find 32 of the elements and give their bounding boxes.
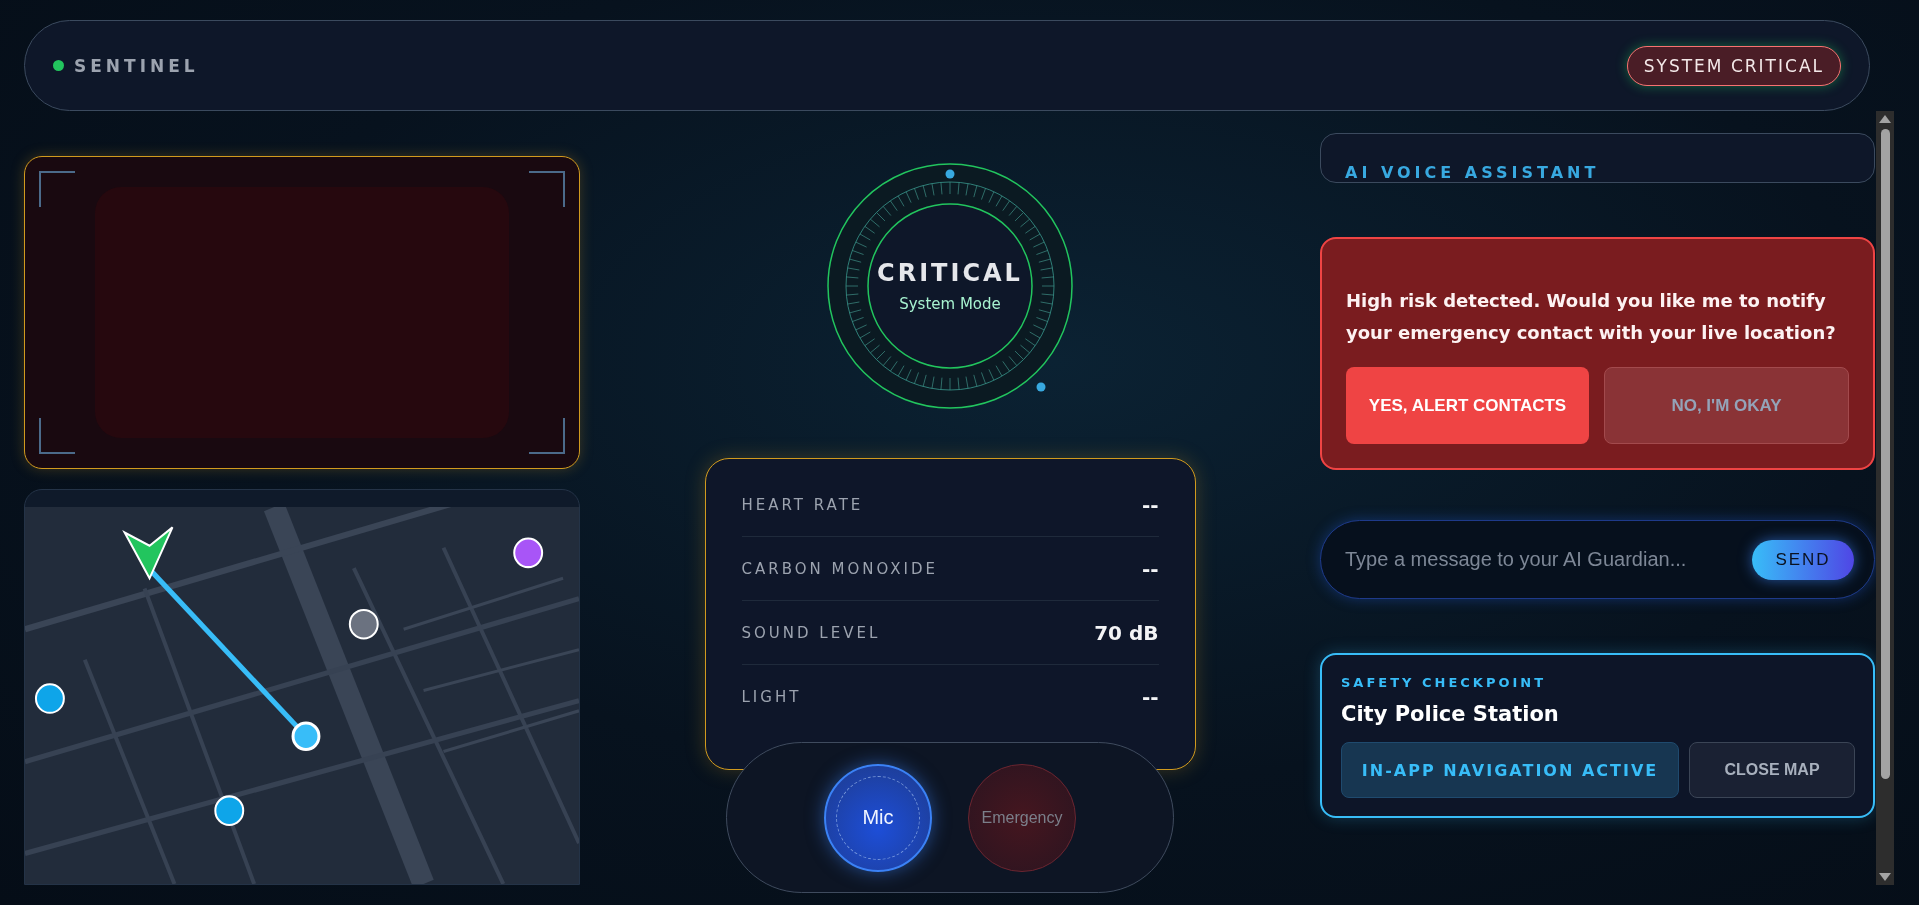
confirm-button[interactable]: YES, ALERT CONTACTS xyxy=(1346,367,1589,444)
checkpoint-label: SAFETY CHECKPOINT xyxy=(1341,675,1548,690)
scrollbar[interactable] xyxy=(1876,111,1894,885)
dismiss-button[interactable]: NO, I'M OKAY xyxy=(1604,367,1849,444)
sensor-value: -- xyxy=(1141,556,1159,581)
alert-message: High risk detected. Would you like me to notify your emergency contact with your live location? xyxy=(1346,289,1837,345)
corner-bracket-icon xyxy=(39,171,75,207)
corner-bracket-icon xyxy=(529,171,565,207)
mode-title: CRITICAL xyxy=(877,259,1023,287)
corner-bracket-icon xyxy=(39,418,75,454)
sensor-value: -- xyxy=(1141,685,1159,709)
corner-bracket-icon xyxy=(529,418,565,454)
sensor-value: -- xyxy=(1141,492,1159,517)
mode-subtitle: System Mode xyxy=(899,295,1001,313)
send-button[interactable]: SEND xyxy=(1752,539,1854,580)
status-badge: SYSTEM CRITICAL xyxy=(1626,45,1841,86)
scroll-up-icon[interactable] xyxy=(1879,115,1891,123)
close-map-button[interactable]: CLOSE MAP xyxy=(1689,742,1855,798)
scrollbar-thumb[interactable] xyxy=(1880,129,1890,779)
app-name: SENTINEL xyxy=(74,55,199,76)
sensor-value: 70 dB xyxy=(1094,620,1159,645)
scroll-down-icon[interactable] xyxy=(1879,873,1891,881)
emergency-button[interactable]: Emergency xyxy=(968,763,1076,872)
checkpoint-name: City Police Station xyxy=(1341,702,1560,726)
sensor-label: SOUND LEVEL xyxy=(741,623,881,642)
sensor-label: LIGHT xyxy=(741,688,802,706)
navigation-status-button[interactable]: IN-APP NAVIGATION ACTIVE xyxy=(1341,742,1679,798)
assistant-title: AI VOICE ASSISTANT xyxy=(1345,163,1600,182)
mic-button[interactable]: Mic xyxy=(824,763,932,872)
sensor-label: HEART RATE xyxy=(741,495,864,514)
message-field[interactable]: Type a message to your AI Guardian... SEND xyxy=(1320,520,1875,599)
sensor-label: CARBON MONOXIDE xyxy=(741,559,939,578)
